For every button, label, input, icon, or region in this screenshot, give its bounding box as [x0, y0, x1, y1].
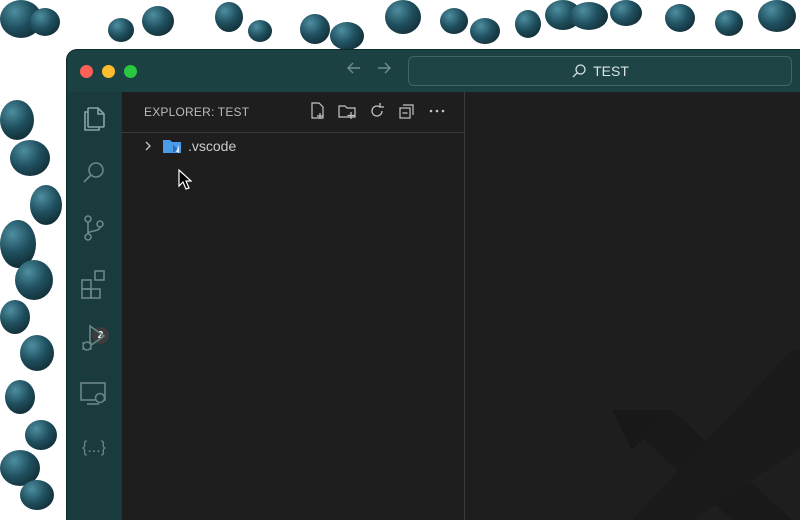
refresh-icon[interactable]	[367, 101, 387, 121]
collapse-all-icon[interactable]	[397, 101, 417, 121]
editor-area	[465, 92, 800, 520]
remote-explorer-icon[interactable]	[78, 377, 110, 409]
mouse-pointer-icon	[178, 169, 192, 190]
close-window-button[interactable]	[80, 65, 93, 78]
vscode-window: TEST 2 {...} EXPLORER: TEST .vscode	[67, 50, 800, 520]
file-tree: .vscode	[122, 132, 464, 520]
title-bar: TEST	[67, 50, 800, 92]
zoom-window-button[interactable]	[124, 65, 137, 78]
command-center-search[interactable]: TEST	[408, 56, 792, 86]
tree-item-label: .vscode	[188, 138, 237, 154]
explorer-title: EXPLORER: TEST	[144, 105, 250, 119]
arrow-right-icon[interactable]	[373, 59, 395, 81]
minimize-window-button[interactable]	[102, 65, 115, 78]
chevron-right-icon	[145, 141, 151, 151]
new-folder-icon[interactable]	[337, 101, 357, 121]
files-icon[interactable]	[78, 102, 110, 134]
explorer-header: EXPLORER: TEST	[122, 92, 464, 130]
braces-icon[interactable]: {...}	[78, 432, 110, 464]
extensions-icon[interactable]	[78, 267, 110, 299]
search-icon	[572, 64, 586, 78]
source-control-icon[interactable]	[78, 212, 110, 244]
activity-bar: 2 {...}	[67, 92, 122, 520]
vscode-folder-icon	[163, 140, 181, 153]
new-file-icon[interactable]	[307, 101, 327, 121]
more-icon[interactable]	[427, 101, 447, 121]
search-icon[interactable]	[78, 157, 110, 189]
run-debug-icon[interactable]	[78, 322, 110, 354]
vscode-watermark-icon	[612, 350, 800, 520]
arrow-left-icon[interactable]	[343, 59, 365, 81]
explorer-sidebar: EXPLORER: TEST .vscode	[122, 92, 465, 520]
tree-item-vscode[interactable]: .vscode	[122, 135, 464, 157]
workspace-name: TEST	[593, 63, 629, 79]
